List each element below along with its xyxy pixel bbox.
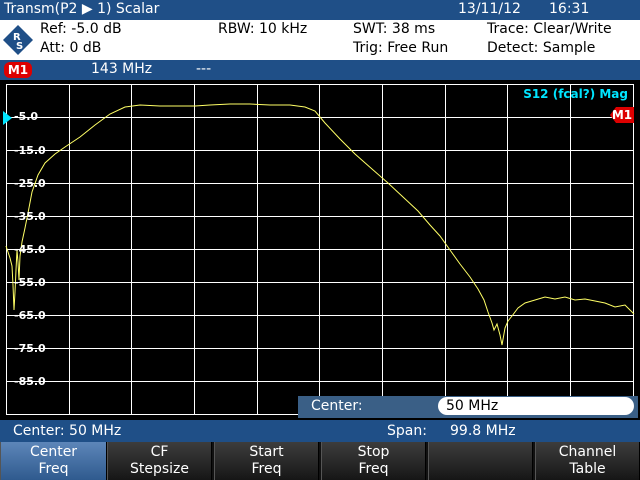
softkey-start-freq[interactable]: Start Freq xyxy=(214,442,319,480)
softkey-empty[interactable] xyxy=(428,442,533,480)
y-axis-label: -15.0 xyxy=(14,144,46,157)
status-bar: Center: 50 MHz Span: 99.8 MHz xyxy=(0,420,640,442)
softkey-cf-stepsize[interactable]: CF Stepsize xyxy=(107,442,212,480)
softkey-label: Stepsize xyxy=(129,461,190,477)
y-axis-label: -85.0 xyxy=(14,375,46,388)
rohde-schwarz-logo: R S xyxy=(3,25,33,55)
y-axis-label: -55.0 xyxy=(14,276,46,289)
center-frequency-status: Center: 50 MHz xyxy=(13,423,122,439)
ref-level-arrow-icon xyxy=(3,111,12,125)
marker-bar: M1 143 MHz --- xyxy=(0,60,640,80)
softkey-channel-table[interactable]: Channel Table xyxy=(535,442,640,480)
trace-title: S12 (fcal?) Mag xyxy=(523,87,628,101)
softkey-center-freq[interactable]: Center Freq xyxy=(0,442,107,480)
measurement-mode: Transm(P2 ▶ 1) Scalar xyxy=(4,1,160,17)
marker-badge[interactable]: M1 xyxy=(4,62,32,78)
softkey-label: Freq xyxy=(358,461,389,477)
span-value: 99.8 MHz xyxy=(450,423,516,439)
center-entry-box: Center: 50 MHz xyxy=(298,396,638,418)
marker-frequency: 143 MHz xyxy=(91,61,153,77)
rbw-setting[interactable]: RBW: 10 kHz xyxy=(218,21,307,37)
softkey-bar: Center Freq CF Stepsize Start Freq Stop … xyxy=(0,442,640,480)
softkey-label: Freq xyxy=(38,461,69,477)
softkey-label: CF xyxy=(150,444,169,460)
center-entry-label: Center: xyxy=(311,398,363,414)
y-axis-label: -45.0 xyxy=(14,243,46,256)
time-display: 16:31 xyxy=(549,1,590,17)
softkey-label: Table xyxy=(569,461,606,477)
trace-display xyxy=(0,80,640,420)
svg-text:S: S xyxy=(16,41,23,52)
y-axis-label: -75.0 xyxy=(14,342,46,355)
y-axis-label: -5.0 xyxy=(14,110,39,123)
softkey-stop-freq[interactable]: Stop Freq xyxy=(321,442,426,480)
center-frequency-input[interactable]: 50 MHz xyxy=(438,397,634,415)
date-display: 13/11/12 xyxy=(458,1,521,17)
detector-mode[interactable]: Detect: Sample xyxy=(487,40,595,56)
marker-value: --- xyxy=(196,61,212,77)
y-axis-label: -35.0 xyxy=(14,210,46,223)
span-label: Span: xyxy=(387,423,427,439)
y-axis-label: -65.0 xyxy=(14,309,46,322)
title-bar: Transm(P2 ▶ 1) Scalar 13/11/12 16:31 xyxy=(0,0,640,20)
measurement-plot[interactable] xyxy=(0,80,640,420)
softkey-label: Channel xyxy=(558,444,617,460)
trace-mode[interactable]: Trace: Clear/Write xyxy=(487,21,612,37)
trigger-setting[interactable]: Trig: Free Run xyxy=(353,40,448,56)
attenuation[interactable]: Att: 0 dB xyxy=(40,40,101,56)
sweep-time[interactable]: SWT: 38 ms xyxy=(353,21,435,37)
y-axis-label: -25.0 xyxy=(14,177,46,190)
ref-level[interactable]: Ref: -5.0 dB xyxy=(40,21,122,37)
softkey-label: Start xyxy=(249,444,284,460)
softkey-label: Stop xyxy=(357,444,390,460)
settings-panel: R S Ref: -5.0 dB Att: 0 dB RBW: 10 kHz S… xyxy=(0,20,640,60)
softkey-label: Freq xyxy=(251,461,282,477)
softkey-label: Center xyxy=(29,444,78,460)
